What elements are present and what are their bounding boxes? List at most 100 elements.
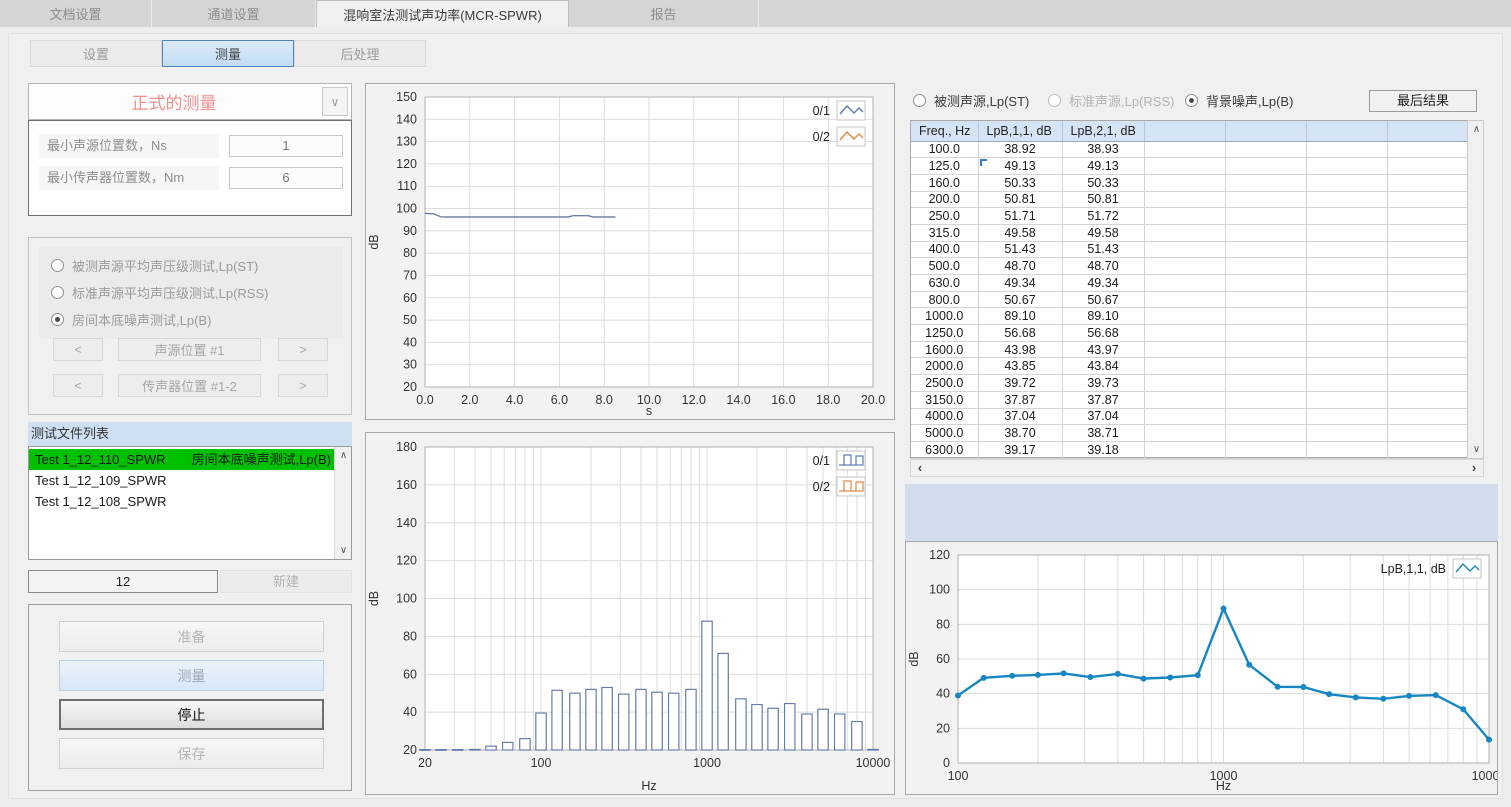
table-cell[interactable]: 38.93 [1062,141,1144,158]
table-cell[interactable] [1225,224,1306,241]
source-position-prev-button[interactable]: < [53,338,103,361]
table-cell[interactable] [1225,425,1306,442]
table-cell[interactable]: 315.0 [911,224,978,241]
subtab-settings[interactable]: 设置 [30,40,162,67]
test-count-button[interactable]: 12 [28,570,218,593]
table-cell[interactable]: 38.70 [978,425,1062,442]
source-position-button[interactable]: 声源位置 #1 [118,338,261,361]
table-vertical-scrollbar[interactable]: ∧ ∨ [1467,120,1484,459]
table-cell[interactable] [1144,191,1225,208]
table-cell[interactable]: 43.98 [978,341,1062,358]
table-cell[interactable] [1225,375,1306,392]
table-row[interactable]: 160.050.3350.33 [911,174,1468,191]
table-cell[interactable] [1306,141,1387,158]
table-cell[interactable] [1387,191,1468,208]
table-cell[interactable] [1225,174,1306,191]
table-cell[interactable]: 51.43 [978,241,1062,258]
table-cell[interactable] [1306,174,1387,191]
table-cell[interactable] [1306,358,1387,375]
table-row[interactable]: 1000.089.1089.10 [911,308,1468,325]
table-cell[interactable] [1225,408,1306,425]
scroll-up-icon[interactable]: ∧ [1468,121,1485,138]
table-cell[interactable] [1387,425,1468,442]
table-cell[interactable] [1306,391,1387,408]
measure-button[interactable]: 测量 [59,660,324,691]
table-row[interactable]: 250.051.7151.72 [911,208,1468,225]
scroll-left-icon[interactable]: ‹ [911,460,929,476]
table-row[interactable]: 1600.043.9843.97 [911,341,1468,358]
table-cell[interactable] [1225,275,1306,292]
table-cell[interactable]: 49.34 [978,275,1062,292]
table-cell[interactable] [1144,275,1225,292]
table-cell[interactable] [1387,174,1468,191]
table-cell[interactable] [1306,425,1387,442]
table-cell[interactable]: 500.0 [911,258,978,275]
table-cell[interactable] [1144,174,1225,191]
table-column-header[interactable]: LpB,2,1, dB [1062,121,1144,141]
save-button[interactable]: 保存 [59,738,324,769]
table-row[interactable]: 400.051.4351.43 [911,241,1468,258]
table-cell[interactable]: 125.0 [911,158,978,175]
tab-channel-settings[interactable]: 通道设置 [152,0,316,27]
table-row[interactable]: 5000.038.7038.71 [911,425,1468,442]
radio-lp-rss[interactable]: 标准声源平均声压级测试,Lp(RSS) [51,283,268,301]
file-list[interactable]: Test 1_12_110_SPWR房间本底噪声测试,Lp(B)Test 1_1… [28,446,352,560]
table-cell[interactable] [1225,308,1306,325]
table-cell[interactable] [1144,408,1225,425]
table-row[interactable]: 6300.039.1739.18 [911,441,1468,458]
file-list-scrollbar[interactable]: ∧ ∨ [334,447,351,559]
tab-document-settings[interactable]: 文档设置 [0,0,152,27]
scroll-down-icon[interactable]: ∨ [1468,441,1485,458]
table-cell[interactable] [1387,258,1468,275]
table-cell[interactable] [1144,224,1225,241]
table-cell[interactable]: 37.04 [978,408,1062,425]
table-cell[interactable]: 6300.0 [911,441,978,458]
radio-circle-icon[interactable] [51,286,64,299]
table-cell[interactable] [1144,425,1225,442]
table-cell[interactable]: 51.43 [1062,241,1144,258]
table-row[interactable]: 200.050.8150.81 [911,191,1468,208]
table-cell[interactable] [1387,141,1468,158]
table-row[interactable]: 2000.043.8543.84 [911,358,1468,375]
radio-circle-icon[interactable] [913,94,926,107]
table-cell[interactable]: 89.10 [1062,308,1144,325]
file-list-item[interactable]: Test 1_12_110_SPWR房间本底噪声测试,Lp(B) [29,449,334,470]
table-cell[interactable] [1306,408,1387,425]
table-cell[interactable] [1306,325,1387,342]
table-cell[interactable] [1225,158,1306,175]
mic-position-button[interactable]: 传声器位置 #1-2 [118,374,261,397]
last-result-button[interactable]: 最后结果 [1369,90,1477,112]
table-cell[interactable] [1144,391,1225,408]
table-cell[interactable]: 5000.0 [911,425,978,442]
table-cell[interactable]: 250.0 [911,208,978,225]
table-cell[interactable] [1225,391,1306,408]
table-cell[interactable] [1306,308,1387,325]
table-cell[interactable] [1144,308,1225,325]
table-cell[interactable]: 2000.0 [911,358,978,375]
table-cell[interactable]: 49.34 [1062,275,1144,292]
table-cell[interactable] [1306,375,1387,392]
table-column-header[interactable] [1306,121,1387,141]
table-cell[interactable] [1144,325,1225,342]
scroll-up-icon[interactable]: ∧ [335,447,352,464]
table-cell[interactable] [1387,158,1468,175]
table-cell[interactable] [1387,241,1468,258]
table-cell[interactable] [1306,441,1387,458]
table-cell[interactable] [1387,341,1468,358]
table-cell[interactable]: 51.71 [978,208,1062,225]
table-cell[interactable]: 56.68 [1062,325,1144,342]
radio-circle-icon[interactable] [51,259,64,272]
table-cell[interactable] [1306,291,1387,308]
table-cell[interactable]: 50.67 [1062,291,1144,308]
mic-position-prev-button[interactable]: < [53,374,103,397]
table-row[interactable]: 4000.037.0437.04 [911,408,1468,425]
table-cell[interactable] [1225,291,1306,308]
table-cell[interactable] [1144,158,1225,175]
table-cell[interactable]: 630.0 [911,275,978,292]
table-cell[interactable] [1387,375,1468,392]
table-cell[interactable]: 2500.0 [911,375,978,392]
table-cell[interactable]: 43.85 [978,358,1062,375]
table-cell[interactable] [1306,341,1387,358]
table-cell[interactable] [1225,208,1306,225]
table-cell[interactable]: 37.87 [978,391,1062,408]
